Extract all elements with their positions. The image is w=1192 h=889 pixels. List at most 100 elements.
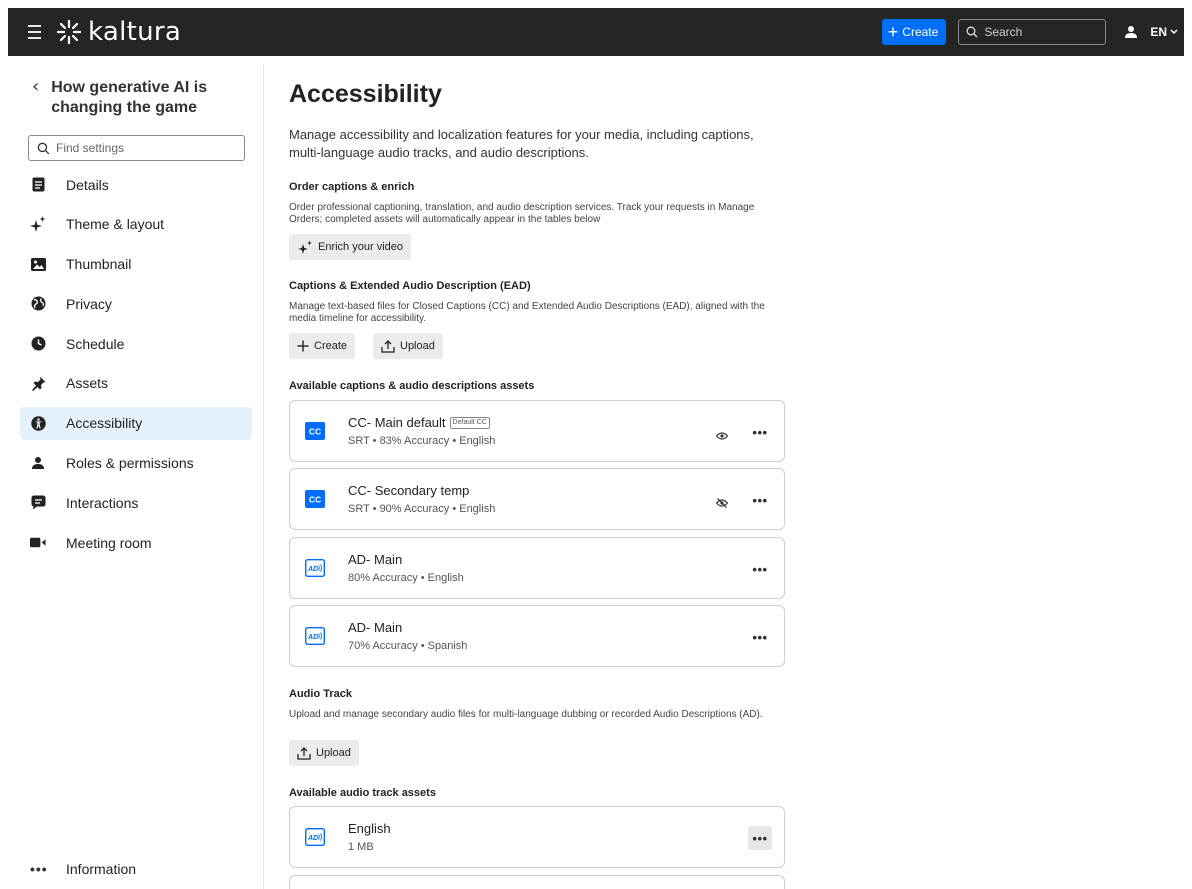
media-title: How generative AI is changing the game [51, 79, 208, 116]
language-label: EN [1150, 25, 1167, 39]
sidebar-item-schedule[interactable]: Schedule [20, 327, 252, 360]
sidebar-item-meeting-room[interactable]: Meeting room [20, 526, 252, 559]
sparkle-icon [297, 240, 313, 254]
captions-section-description: Manage text-based files for Closed Capti… [289, 301, 765, 324]
search-input[interactable]: Search [958, 19, 1107, 45]
asset-subtitle: 1 MB [348, 841, 374, 853]
asset-subtitle: 70% Accuracy • Spanish [348, 640, 468, 652]
asset-title-row: CC- Secondary temp [348, 483, 469, 498]
audio-description-icon: AD [305, 828, 325, 846]
create-caption-button[interactable]: Create [289, 333, 356, 359]
asset-subtitle: 80% Accuracy • English [348, 572, 464, 584]
svg-text:AD: AD [307, 835, 318, 842]
asset-title: AD- Main [348, 552, 403, 567]
audio-description-icon: AD [305, 627, 325, 645]
default-cc-tag: Default CC [449, 416, 490, 429]
search-placeholder: Search [984, 25, 1023, 39]
sparkle-icon [30, 216, 46, 233]
asset-subtitle: SRT • 90% Accuracy • English [348, 503, 496, 515]
image-icon [30, 256, 46, 272]
pin-icon [30, 375, 46, 391]
svg-text:AD: AD [307, 566, 318, 573]
sidebar-item-interactions[interactable]: Interactions [20, 486, 252, 519]
sidebar-item-privacy[interactable]: Privacy [20, 287, 252, 320]
more-options-button[interactable]: ••• [748, 488, 772, 512]
page-description: Manage accessibility and localization fe… [289, 127, 754, 160]
list-item[interactable]: CC CC- Secondary temp SRT • 90% Accuracy… [289, 468, 785, 530]
sidebar-item-label: Interactions [66, 494, 139, 511]
audio-section-title: Audio Track [289, 688, 352, 700]
sidebar-item-label: Thumbnail [66, 256, 132, 273]
top-bar-actions: + Create Search EN [881, 8, 1184, 56]
video-camera-icon [30, 535, 46, 551]
audio-assets-title: Available audio track assets [289, 787, 436, 799]
kaltura-logo-mark-icon [56, 19, 82, 45]
upload-icon [381, 339, 395, 353]
asset-subtitle: SRT • 83% Accuracy • English [348, 435, 496, 447]
sidebar-item-accessibility[interactable]: Accessibility [20, 406, 252, 440]
more-options-button[interactable]: ••• [748, 826, 772, 850]
back-to-media-link[interactable]: ‹ How generative AI is changing the game [32, 78, 211, 118]
sidebar-item-details[interactable]: Details [20, 168, 252, 201]
order-section-description: Order professional captioning, translati… [289, 202, 755, 225]
sidebar-item-label: Accessibility [66, 415, 143, 432]
logo-text: kaltura [88, 17, 182, 47]
svg-text:CC: CC [309, 495, 321, 505]
audio-section-description: Upload and manage secondary audio files … [289, 709, 763, 720]
sidebar-item-roles-permissions[interactable]: Roles & permissions [20, 447, 252, 480]
sidebar-item-thumbnail[interactable]: Thumbnail [20, 248, 252, 281]
list-item[interactable] [289, 875, 785, 889]
upload-caption-button[interactable]: Upload [373, 333, 443, 359]
menu-icon[interactable] [24, 21, 46, 43]
sidebar-item-label: Meeting room [66, 534, 152, 551]
search-icon [37, 142, 50, 154]
settings-nav: Details Theme & layout Thumbnail Privacy… [20, 168, 252, 566]
sidebar-item-information[interactable]: ••• Information [30, 861, 136, 877]
eye-off-icon[interactable] [715, 495, 729, 513]
list-item[interactable]: AD AD- Main 80% Accuracy • English ••• [289, 537, 785, 599]
top-bar: kaltura + Create Search EN [0, 0, 1192, 64]
more-options-button[interactable]: ••• [748, 557, 772, 581]
upload-icon [297, 746, 311, 760]
asset-title: AD- Main [348, 620, 403, 635]
closed-captions-icon: CC [305, 490, 325, 508]
list-item[interactable]: AD AD- Main 70% Accuracy • Spanish ••• [289, 605, 785, 667]
globe-icon [30, 296, 46, 312]
enrich-video-label: Enrich your video [318, 241, 403, 253]
language-selector[interactable]: EN [1150, 25, 1178, 39]
top-bar-inner: kaltura + Create Search EN [8, 8, 1184, 56]
create-button[interactable]: + Create [881, 19, 947, 45]
svg-text:AD: AD [307, 634, 318, 641]
find-settings-input[interactable]: Find settings [28, 135, 245, 161]
sidebar-item-label: Roles & permissions [66, 455, 194, 472]
asset-title-row: AD- Main [348, 552, 402, 567]
sidebar-item-label: Schedule [66, 335, 125, 352]
eye-icon[interactable] [715, 427, 729, 445]
upload-audio-button[interactable]: Upload [289, 740, 359, 766]
asset-title-row: English [348, 821, 391, 836]
find-settings-placeholder: Find settings [56, 141, 125, 155]
enrich-video-button[interactable]: Enrich your video [289, 234, 411, 260]
kaltura-logo[interactable]: kaltura [56, 17, 181, 47]
upload-caption-label: Upload [400, 340, 435, 352]
search-icon [966, 26, 978, 38]
list-item[interactable]: AD English 1 MB ••• [289, 806, 785, 868]
asset-title-row: CC- Main default Default CC [348, 415, 490, 430]
plus-icon: + [887, 22, 899, 42]
asset-title: CC- Secondary temp [348, 483, 470, 498]
sidebar-item-assets[interactable]: Assets [20, 367, 252, 400]
sidebar-item-theme-layout[interactable]: Theme & layout [20, 208, 252, 241]
create-button-label: Create [902, 25, 939, 39]
settings-sidebar: ‹ How generative AI is changing the game… [0, 64, 264, 889]
page-title: Accessibility [289, 80, 442, 108]
user-icon[interactable] [1124, 25, 1138, 39]
sidebar-item-label: Assets [66, 375, 109, 392]
captions-section-title: Captions & Extended Audio Description (E… [289, 280, 531, 292]
more-options-button[interactable]: ••• [748, 625, 772, 649]
list-item[interactable]: CC CC- Main default Default CC SRT • 83%… [289, 400, 785, 462]
clock-icon [30, 336, 46, 352]
more-options-button[interactable]: ••• [748, 420, 772, 444]
chevron-down-icon [1170, 29, 1178, 35]
asset-title: CC- Main default [348, 415, 446, 430]
more-horizontal-icon: ••• [30, 861, 48, 877]
